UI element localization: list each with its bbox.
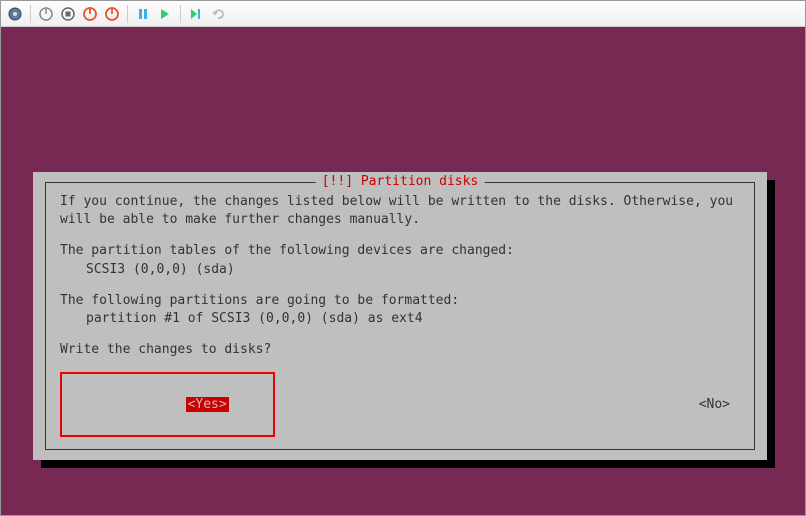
toolbar-separator [180,5,181,23]
undo-icon[interactable] [208,4,228,24]
power-orange2-icon[interactable] [102,4,122,24]
yes-button[interactable]: <Yes> [186,397,229,412]
power-orange-icon[interactable] [80,4,100,24]
format-item: partition #1 of SCSI3 (0,0,0) (sda) as e… [60,310,740,328]
yes-highlight: <Yes> [60,372,275,437]
play-icon[interactable] [155,4,175,24]
settings-icon[interactable] [5,4,25,24]
terminal-background: [!!] Partition disks If you continue, th… [1,27,805,515]
power-icon[interactable] [36,4,56,24]
format-header: The following partitions are going to be… [60,292,740,310]
pause-icon[interactable] [133,4,153,24]
device-item: SCSI3 (0,0,0) (sda) [60,261,740,279]
partition-dialog: [!!] Partition disks If you continue, th… [33,172,767,460]
toolbar-separator [30,5,31,23]
dialog-wrapper: [!!] Partition disks If you continue, th… [33,172,767,460]
no-button[interactable]: <No> [699,396,740,414]
button-row: <Yes> <No> [60,372,740,437]
dialog-title: [!!] Partition disks [316,173,485,191]
intro-text: If you continue, the changes listed belo… [60,193,740,229]
dialog-inner: [!!] Partition disks If you continue, th… [45,182,755,450]
vm-toolbar [1,1,805,27]
dialog-body: If you continue, the changes listed belo… [60,193,740,437]
stop-icon[interactable] [58,4,78,24]
toolbar-separator [127,5,128,23]
devices-header: The partition tables of the following de… [60,242,740,260]
prompt-text: Write the changes to disks? [60,341,740,359]
step-icon[interactable] [186,4,206,24]
